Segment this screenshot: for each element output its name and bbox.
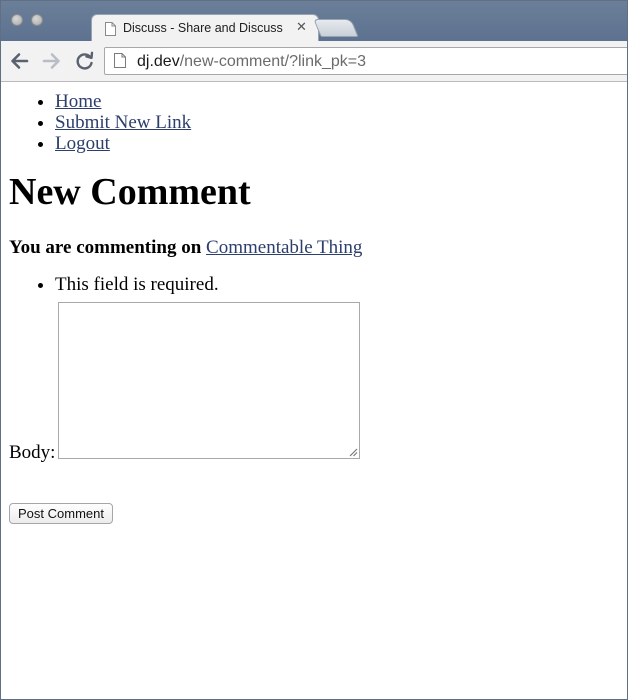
address-bar[interactable]: dj.dev/new-comment/?link_pk=3 — [104, 47, 627, 75]
nav-item-submit: Submit New Link — [55, 112, 619, 133]
window-close-button[interactable] — [11, 14, 23, 26]
post-comment-button[interactable]: Post Comment — [9, 503, 113, 524]
resize-grip-icon[interactable] — [348, 447, 358, 457]
browser-tab[interactable]: Discuss - Share and Discuss ✕ — [91, 14, 319, 42]
window-minimize-button[interactable] — [31, 14, 43, 26]
context-prefix: You are commenting on — [9, 237, 202, 258]
tab-strip: Discuss - Share and Discuss ✕ — [1, 1, 627, 42]
commented-item-link[interactable]: Commentable Thing — [206, 237, 362, 258]
forward-arrow-icon[interactable] — [41, 51, 63, 71]
browser-window: Discuss - Share and Discuss ✕ dj.dev/new… — [0, 0, 628, 700]
home-link[interactable]: Home — [55, 91, 101, 112]
nav-list: Home Submit New Link Logout — [9, 91, 619, 154]
new-tab-button[interactable] — [313, 19, 359, 37]
url-text: dj.dev/new-comment/?link_pk=3 — [137, 53, 366, 71]
body-textarea[interactable] — [58, 302, 360, 459]
page-icon — [114, 53, 126, 68]
page-icon — [105, 22, 116, 36]
body-field-row: Body: — [9, 302, 619, 464]
page-title: New Comment — [9, 171, 251, 213]
logout-link[interactable]: Logout — [55, 133, 110, 154]
reload-icon[interactable] — [74, 51, 96, 71]
error-item: This field is required. — [55, 274, 619, 296]
back-arrow-icon[interactable] — [8, 51, 30, 71]
comment-context: You are commenting on Commentable Thing — [9, 237, 619, 259]
url-host: dj.dev — [137, 53, 180, 70]
body-label: Body: — [9, 442, 56, 463]
submit-new-link-link[interactable]: Submit New Link — [55, 112, 191, 133]
nav-item-home: Home — [55, 91, 619, 112]
tab-title: Discuss - Share and Discuss — [123, 21, 283, 35]
close-icon[interactable]: ✕ — [296, 20, 307, 35]
error-list: This field is required. — [9, 274, 619, 296]
nav-item-logout: Logout — [55, 133, 619, 154]
browser-toolbar: dj.dev/new-comment/?link_pk=3 — [1, 41, 627, 82]
page-content: Home Submit New Link Logout New Comment … — [9, 83, 619, 524]
url-path: /new-comment/?link_pk=3 — [179, 53, 367, 70]
